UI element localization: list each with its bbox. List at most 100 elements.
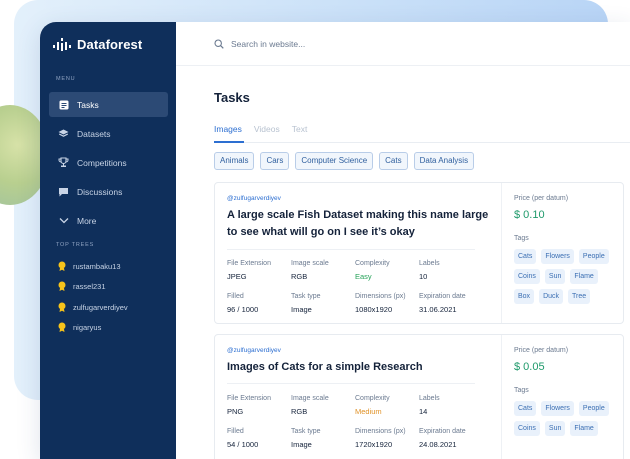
brand-logo[interactable]: Dataforest	[52, 36, 142, 52]
meta-value: 96 / 1000	[227, 305, 259, 314]
meta-label: File Extension	[227, 395, 271, 402]
medal-icon	[58, 261, 66, 271]
expiration-date: Expiration date 31.06.2021	[419, 293, 483, 314]
dimensions: Dimensions (px) 1080x1920	[355, 293, 419, 314]
tag[interactable]: People	[578, 249, 609, 264]
active-tab-indicator	[214, 141, 244, 143]
tag[interactable]: Cats	[514, 401, 537, 416]
tag[interactable]: Cats	[514, 249, 537, 264]
filled: Filled 54 / 1000	[227, 428, 291, 449]
media-tabs: Images Videos Text	[214, 124, 307, 134]
medal-icon	[58, 302, 66, 312]
meta-label: Image scale	[291, 260, 329, 267]
meta-label: Expiration date	[419, 293, 466, 300]
tag[interactable]: Box	[514, 289, 535, 304]
top-tree-name: rustambaku13	[73, 261, 121, 271]
labels-count: Labels 14	[419, 395, 483, 416]
top-tree-item[interactable]: rustambaku13	[58, 261, 121, 271]
tabs-divider	[214, 142, 630, 143]
tab-images[interactable]: Images	[214, 124, 242, 134]
meta-label: Labels	[419, 260, 440, 267]
layers-icon	[58, 128, 69, 139]
tag[interactable]: Sun	[544, 269, 566, 284]
top-tree-name: nigaryus	[73, 322, 102, 332]
task-card[interactable]: @zulfugarverdiyev A large scale Fish Dat…	[214, 182, 624, 324]
filter-chip[interactable]: Cars	[260, 152, 290, 170]
meta-label: File Extension	[227, 260, 271, 267]
tag-list: Cats Flowers People Coins Sun Flame Box …	[514, 249, 616, 304]
filter-chips: Animals Cars Computer Science Cats Data …	[214, 152, 475, 170]
tags-label: Tags	[514, 387, 529, 394]
meta-label: Expiration date	[419, 428, 466, 435]
search-icon	[214, 38, 224, 49]
tag[interactable]: Duck	[539, 289, 564, 304]
tab-text[interactable]: Text	[292, 124, 308, 134]
file-extension: File Extension PNG	[227, 395, 291, 416]
tag[interactable]: Flame	[570, 421, 598, 436]
tag[interactable]: Flowers	[541, 249, 574, 264]
chevron-down-icon	[58, 215, 69, 226]
sidebar-item-label: Competitions	[77, 157, 127, 168]
chat-icon	[58, 186, 69, 197]
trophy-icon	[58, 157, 69, 168]
image-scale: Image scale RGB	[291, 395, 355, 416]
task-author[interactable]: @zulfugarverdiyev	[227, 347, 281, 354]
tag[interactable]: Coins	[514, 421, 540, 436]
meta-value: Image	[291, 305, 312, 314]
sidebar-item-competitions[interactable]: Competitions	[49, 150, 168, 175]
top-tree-item[interactable]: zulfugarverdiyev	[58, 302, 128, 312]
filter-chip[interactable]: Animals	[214, 152, 255, 170]
sidebar-item-tasks[interactable]: Tasks	[49, 92, 168, 117]
task-card[interactable]: @zulfugarverdiyev Images of Cats for a s…	[214, 334, 624, 459]
price-label: Price (per datum)	[514, 347, 569, 354]
tag-list: Cats Flowers People Coins Sun Flame	[514, 401, 616, 436]
top-trees-heading: TOP TREES	[56, 242, 95, 248]
tag[interactable]: Tree	[568, 289, 591, 304]
tab-videos[interactable]: Videos	[254, 124, 280, 134]
tag[interactable]: Flowers	[541, 401, 574, 416]
sidebar-item-label: Tasks	[77, 99, 99, 110]
brand-name: Dataforest	[77, 36, 143, 52]
meta-label: Filled	[227, 428, 244, 435]
task-title[interactable]: A large scale Fish Dataset making this n…	[227, 207, 489, 241]
task-title[interactable]: Images of Cats for a simple Research	[227, 359, 489, 376]
price-value: $ 0.05	[514, 361, 545, 373]
search-input[interactable]	[231, 38, 431, 49]
meta-value: 14	[419, 407, 428, 416]
sidebar-item-discussions[interactable]: Discussions	[49, 179, 168, 204]
menu-heading: MENU	[56, 76, 76, 82]
sidebar-item-label: Datasets	[77, 128, 111, 139]
tag[interactable]: Flame	[570, 269, 598, 284]
top-tree-item[interactable]: rassel231	[58, 281, 106, 291]
sidebar-item-more[interactable]: More	[49, 208, 168, 233]
meta-value: Image	[291, 440, 312, 449]
price-value: $ 0.10	[514, 209, 545, 221]
medal-icon	[58, 322, 66, 332]
meta-value: 54 / 1000	[227, 440, 259, 449]
labels-count: Labels 10	[419, 260, 483, 281]
sidebar-item-datasets[interactable]: Datasets	[49, 121, 168, 146]
sidebar-item-label: More	[77, 215, 97, 226]
tag[interactable]: Sun	[544, 421, 566, 436]
meta-label: Labels	[419, 395, 440, 402]
dataforest-logo-icon	[53, 38, 71, 51]
meta-value: 10	[419, 272, 428, 281]
meta-value: 1720x1920	[355, 440, 393, 449]
filter-chip[interactable]: Data Analysis	[413, 152, 475, 170]
complexity: Complexity Medium	[355, 395, 419, 416]
complexity-value: Easy	[355, 272, 372, 281]
sidebar-item-label: Discussions	[77, 186, 123, 197]
image-scale: Image scale RGB	[291, 260, 355, 281]
meta-label: Complexity	[355, 395, 390, 402]
tag[interactable]: Coins	[514, 269, 540, 284]
meta-label: Dimensions (px)	[355, 428, 406, 435]
tag[interactable]: People	[578, 401, 609, 416]
price-label: Price (per datum)	[514, 195, 569, 202]
divider	[227, 383, 475, 384]
filter-chip[interactable]: Cats	[379, 152, 408, 170]
filter-chip[interactable]: Computer Science	[295, 152, 374, 170]
complexity: Complexity Easy	[355, 260, 419, 281]
top-tree-item[interactable]: nigaryus	[58, 322, 101, 332]
filled: Filled 96 / 1000	[227, 293, 291, 314]
task-author[interactable]: @zulfugarverdiyev	[227, 195, 281, 202]
